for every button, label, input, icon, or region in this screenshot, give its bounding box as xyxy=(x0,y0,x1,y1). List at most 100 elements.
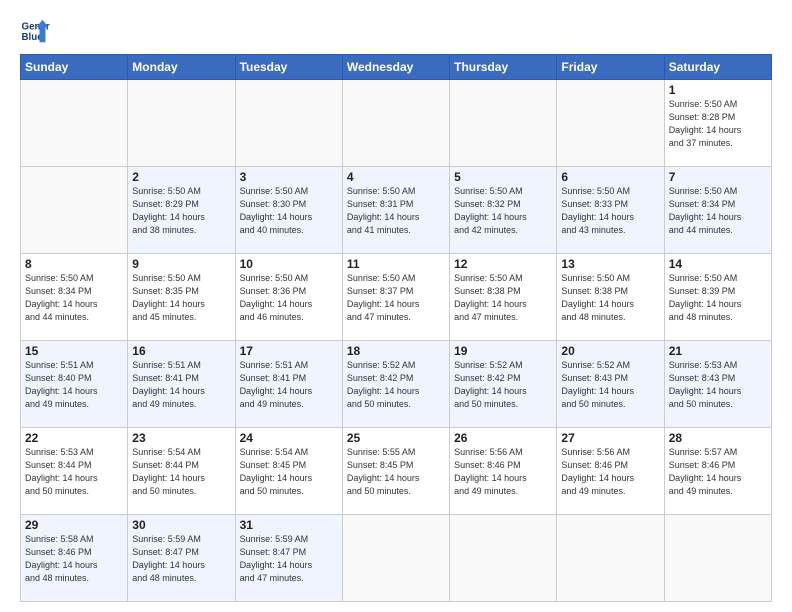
day-number: 21 xyxy=(669,344,767,358)
day-number: 1 xyxy=(669,83,767,97)
day-info: Sunrise: 5:59 AM Sunset: 8:47 PM Dayligh… xyxy=(132,533,230,585)
day-number: 30 xyxy=(132,518,230,532)
page: General Blue SundayMondayTuesdayWednesda… xyxy=(0,0,792,612)
day-number: 10 xyxy=(240,257,338,271)
calendar-cell xyxy=(235,80,342,167)
day-info: Sunrise: 5:50 AM Sunset: 8:33 PM Dayligh… xyxy=(561,185,659,237)
calendar-week-row: 2Sunrise: 5:50 AM Sunset: 8:29 PM Daylig… xyxy=(21,167,772,254)
calendar-cell: 6Sunrise: 5:50 AM Sunset: 8:33 PM Daylig… xyxy=(557,167,664,254)
calendar-cell: 19Sunrise: 5:52 AM Sunset: 8:42 PM Dayli… xyxy=(450,341,557,428)
calendar-cell: 21Sunrise: 5:53 AM Sunset: 8:43 PM Dayli… xyxy=(664,341,771,428)
calendar-cell: 5Sunrise: 5:50 AM Sunset: 8:32 PM Daylig… xyxy=(450,167,557,254)
day-info: Sunrise: 5:54 AM Sunset: 8:44 PM Dayligh… xyxy=(132,446,230,498)
day-info: Sunrise: 5:56 AM Sunset: 8:46 PM Dayligh… xyxy=(561,446,659,498)
calendar-day-header: Tuesday xyxy=(235,55,342,80)
day-info: Sunrise: 5:54 AM Sunset: 8:45 PM Dayligh… xyxy=(240,446,338,498)
calendar-cell: 28Sunrise: 5:57 AM Sunset: 8:46 PM Dayli… xyxy=(664,428,771,515)
day-number: 23 xyxy=(132,431,230,445)
day-info: Sunrise: 5:55 AM Sunset: 8:45 PM Dayligh… xyxy=(347,446,445,498)
day-info: Sunrise: 5:51 AM Sunset: 8:41 PM Dayligh… xyxy=(132,359,230,411)
day-info: Sunrise: 5:58 AM Sunset: 8:46 PM Dayligh… xyxy=(25,533,123,585)
day-number: 24 xyxy=(240,431,338,445)
day-number: 31 xyxy=(240,518,338,532)
calendar-cell: 8Sunrise: 5:50 AM Sunset: 8:34 PM Daylig… xyxy=(21,254,128,341)
calendar-cell: 23Sunrise: 5:54 AM Sunset: 8:44 PM Dayli… xyxy=(128,428,235,515)
calendar-cell: 1Sunrise: 5:50 AM Sunset: 8:28 PM Daylig… xyxy=(664,80,771,167)
day-number: 2 xyxy=(132,170,230,184)
calendar-cell: 9Sunrise: 5:50 AM Sunset: 8:35 PM Daylig… xyxy=(128,254,235,341)
day-info: Sunrise: 5:50 AM Sunset: 8:34 PM Dayligh… xyxy=(25,272,123,324)
day-number: 16 xyxy=(132,344,230,358)
day-number: 22 xyxy=(25,431,123,445)
calendar-cell xyxy=(342,515,449,602)
calendar-cell: 14Sunrise: 5:50 AM Sunset: 8:39 PM Dayli… xyxy=(664,254,771,341)
day-info: Sunrise: 5:50 AM Sunset: 8:38 PM Dayligh… xyxy=(454,272,552,324)
calendar-cell: 26Sunrise: 5:56 AM Sunset: 8:46 PM Dayli… xyxy=(450,428,557,515)
calendar-header-row: SundayMondayTuesdayWednesdayThursdayFrid… xyxy=(21,55,772,80)
day-number: 9 xyxy=(132,257,230,271)
calendar-day-header: Friday xyxy=(557,55,664,80)
day-number: 5 xyxy=(454,170,552,184)
calendar-cell: 3Sunrise: 5:50 AM Sunset: 8:30 PM Daylig… xyxy=(235,167,342,254)
day-number: 14 xyxy=(669,257,767,271)
day-number: 17 xyxy=(240,344,338,358)
day-info: Sunrise: 5:52 AM Sunset: 8:42 PM Dayligh… xyxy=(454,359,552,411)
day-number: 6 xyxy=(561,170,659,184)
calendar-cell: 31Sunrise: 5:59 AM Sunset: 8:47 PM Dayli… xyxy=(235,515,342,602)
day-number: 15 xyxy=(25,344,123,358)
day-number: 3 xyxy=(240,170,338,184)
calendar-cell: 2Sunrise: 5:50 AM Sunset: 8:29 PM Daylig… xyxy=(128,167,235,254)
calendar-week-row: 8Sunrise: 5:50 AM Sunset: 8:34 PM Daylig… xyxy=(21,254,772,341)
calendar-cell: 17Sunrise: 5:51 AM Sunset: 8:41 PM Dayli… xyxy=(235,341,342,428)
calendar-cell xyxy=(664,515,771,602)
day-info: Sunrise: 5:50 AM Sunset: 8:31 PM Dayligh… xyxy=(347,185,445,237)
calendar-cell: 4Sunrise: 5:50 AM Sunset: 8:31 PM Daylig… xyxy=(342,167,449,254)
day-info: Sunrise: 5:50 AM Sunset: 8:34 PM Dayligh… xyxy=(669,185,767,237)
day-info: Sunrise: 5:59 AM Sunset: 8:47 PM Dayligh… xyxy=(240,533,338,585)
calendar-cell: 11Sunrise: 5:50 AM Sunset: 8:37 PM Dayli… xyxy=(342,254,449,341)
day-info: Sunrise: 5:56 AM Sunset: 8:46 PM Dayligh… xyxy=(454,446,552,498)
day-number: 26 xyxy=(454,431,552,445)
calendar-cell xyxy=(450,515,557,602)
calendar-day-header: Sunday xyxy=(21,55,128,80)
calendar-cell: 27Sunrise: 5:56 AM Sunset: 8:46 PM Dayli… xyxy=(557,428,664,515)
calendar-cell: 25Sunrise: 5:55 AM Sunset: 8:45 PM Dayli… xyxy=(342,428,449,515)
day-info: Sunrise: 5:50 AM Sunset: 8:36 PM Dayligh… xyxy=(240,272,338,324)
calendar-cell: 30Sunrise: 5:59 AM Sunset: 8:47 PM Dayli… xyxy=(128,515,235,602)
calendar-cell: 22Sunrise: 5:53 AM Sunset: 8:44 PM Dayli… xyxy=(21,428,128,515)
calendar-cell xyxy=(342,80,449,167)
calendar-cell: 29Sunrise: 5:58 AM Sunset: 8:46 PM Dayli… xyxy=(21,515,128,602)
day-info: Sunrise: 5:50 AM Sunset: 8:38 PM Dayligh… xyxy=(561,272,659,324)
day-number: 7 xyxy=(669,170,767,184)
calendar-cell xyxy=(450,80,557,167)
day-info: Sunrise: 5:50 AM Sunset: 8:28 PM Dayligh… xyxy=(669,98,767,150)
day-number: 8 xyxy=(25,257,123,271)
day-number: 12 xyxy=(454,257,552,271)
calendar-cell xyxy=(21,167,128,254)
calendar-cell: 13Sunrise: 5:50 AM Sunset: 8:38 PM Dayli… xyxy=(557,254,664,341)
calendar-cell: 16Sunrise: 5:51 AM Sunset: 8:41 PM Dayli… xyxy=(128,341,235,428)
day-number: 19 xyxy=(454,344,552,358)
day-info: Sunrise: 5:51 AM Sunset: 8:41 PM Dayligh… xyxy=(240,359,338,411)
day-info: Sunrise: 5:51 AM Sunset: 8:40 PM Dayligh… xyxy=(25,359,123,411)
day-info: Sunrise: 5:50 AM Sunset: 8:29 PM Dayligh… xyxy=(132,185,230,237)
logo-icon: General Blue xyxy=(20,16,50,46)
calendar-cell: 15Sunrise: 5:51 AM Sunset: 8:40 PM Dayli… xyxy=(21,341,128,428)
day-number: 11 xyxy=(347,257,445,271)
calendar-cell: 18Sunrise: 5:52 AM Sunset: 8:42 PM Dayli… xyxy=(342,341,449,428)
day-info: Sunrise: 5:50 AM Sunset: 8:37 PM Dayligh… xyxy=(347,272,445,324)
calendar-cell xyxy=(557,80,664,167)
day-info: Sunrise: 5:57 AM Sunset: 8:46 PM Dayligh… xyxy=(669,446,767,498)
calendar-day-header: Saturday xyxy=(664,55,771,80)
day-number: 18 xyxy=(347,344,445,358)
day-number: 4 xyxy=(347,170,445,184)
day-info: Sunrise: 5:50 AM Sunset: 8:32 PM Dayligh… xyxy=(454,185,552,237)
day-info: Sunrise: 5:50 AM Sunset: 8:30 PM Dayligh… xyxy=(240,185,338,237)
day-info: Sunrise: 5:52 AM Sunset: 8:43 PM Dayligh… xyxy=(561,359,659,411)
calendar-week-row: 22Sunrise: 5:53 AM Sunset: 8:44 PM Dayli… xyxy=(21,428,772,515)
day-number: 13 xyxy=(561,257,659,271)
day-number: 25 xyxy=(347,431,445,445)
calendar-cell: 7Sunrise: 5:50 AM Sunset: 8:34 PM Daylig… xyxy=(664,167,771,254)
calendar-cell xyxy=(21,80,128,167)
day-info: Sunrise: 5:53 AM Sunset: 8:44 PM Dayligh… xyxy=(25,446,123,498)
